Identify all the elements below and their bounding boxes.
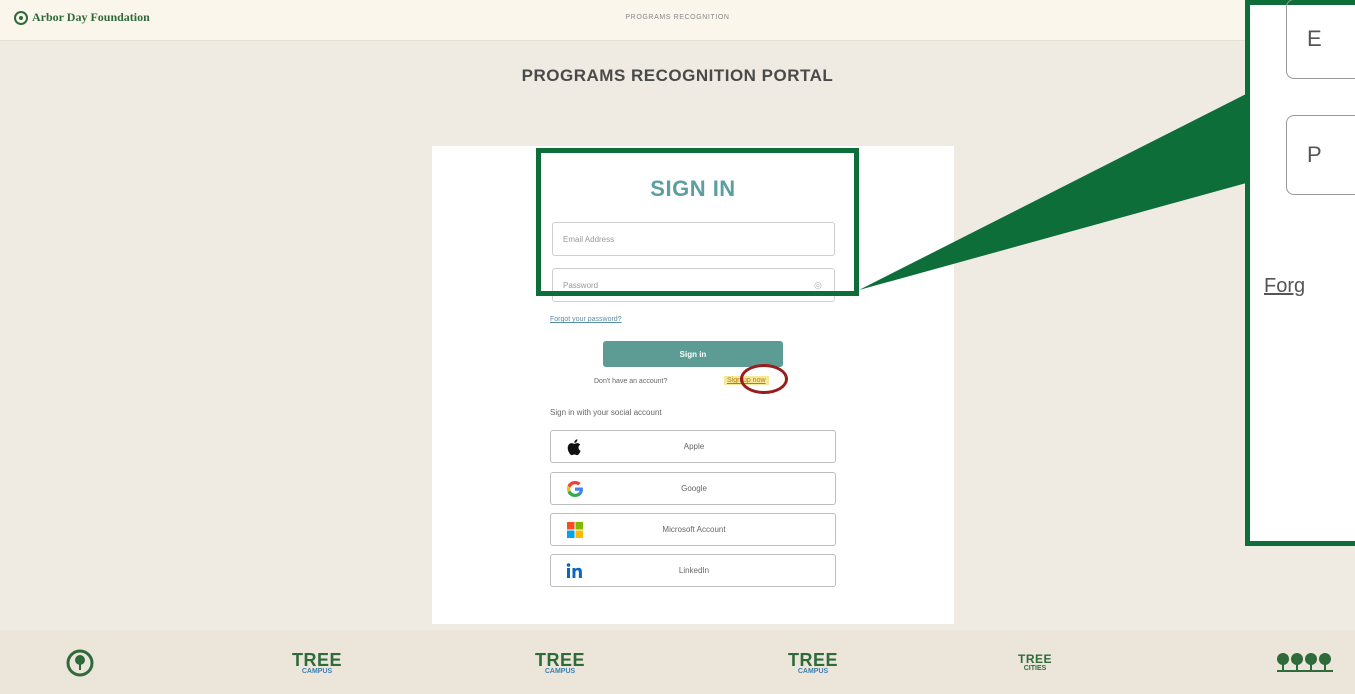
logo-subtext: CAMPUS bbox=[301, 667, 333, 675]
google-signin-button[interactable]: Google bbox=[550, 472, 836, 505]
tree-campus-healthcare-logo[interactable]: TREE CAMPUS bbox=[272, 640, 362, 686]
apple-label: Apple bbox=[683, 442, 705, 451]
microsoft-label: Microsoft Account bbox=[662, 525, 726, 534]
zoom-callout-panel: E P Forg bbox=[1245, 0, 1355, 546]
signup-highlight-circle bbox=[740, 364, 788, 394]
tree-city-usa-logo[interactable] bbox=[50, 640, 110, 686]
signin-highlight-frame bbox=[536, 148, 859, 296]
microsoft-signin-button[interactable]: Microsoft Account bbox=[550, 513, 836, 546]
tree-campus-higher-ed-logo[interactable]: TREE CAMPUS bbox=[515, 640, 605, 686]
tree-line-icon bbox=[1277, 653, 1333, 672]
header-title: PROGRAMS RECOGNITION bbox=[625, 14, 730, 21]
signin-button[interactable]: Sign in bbox=[603, 341, 783, 367]
zoom-password-field: P bbox=[1286, 115, 1355, 195]
logo-subtext: CAMPUS bbox=[544, 667, 576, 675]
zoom-email-field: E bbox=[1286, 0, 1355, 79]
forgot-password-link[interactable]: Forgot your password? bbox=[550, 316, 622, 323]
linkedin-label: LinkedIn bbox=[678, 566, 710, 575]
google-label: Google bbox=[681, 484, 707, 493]
logo-text: TREE bbox=[291, 649, 342, 670]
no-account-text: Don't have an account? bbox=[594, 378, 668, 385]
footer: TREE CAMPUS TREE CAMPUS TREE CAMPUS TREE… bbox=[0, 630, 1355, 694]
logo-text: TREE bbox=[1017, 652, 1052, 666]
zoom-password-text: P bbox=[1307, 142, 1322, 167]
zoom-email-text: E bbox=[1307, 26, 1322, 51]
top-bar: Arbor Day Foundation PROGRAMS RECOGNITIO… bbox=[0, 0, 1355, 41]
tree-cities-world-logo[interactable]: TREE CITIES bbox=[995, 640, 1075, 686]
logo-text: TREE bbox=[787, 649, 838, 670]
tree-campus-k12-logo[interactable]: TREE CAMPUS bbox=[768, 640, 858, 686]
linkedin-signin-button[interactable]: LinkedIn bbox=[550, 554, 836, 587]
zoom-forgot-text: Forg bbox=[1264, 275, 1306, 297]
apple-signin-button[interactable]: Apple bbox=[550, 430, 836, 463]
tree-line-usa-logo[interactable] bbox=[1270, 640, 1340, 686]
tree-city-usa-icon bbox=[66, 649, 94, 677]
logo-subtext: CAMPUS bbox=[797, 667, 829, 675]
logo-text: TREE bbox=[534, 649, 585, 670]
social-signin-label: Sign in with your social account bbox=[550, 408, 662, 417]
logo-subtext: CITIES bbox=[1023, 665, 1047, 672]
page-title: PROGRAMS RECOGNITION PORTAL bbox=[521, 66, 834, 85]
